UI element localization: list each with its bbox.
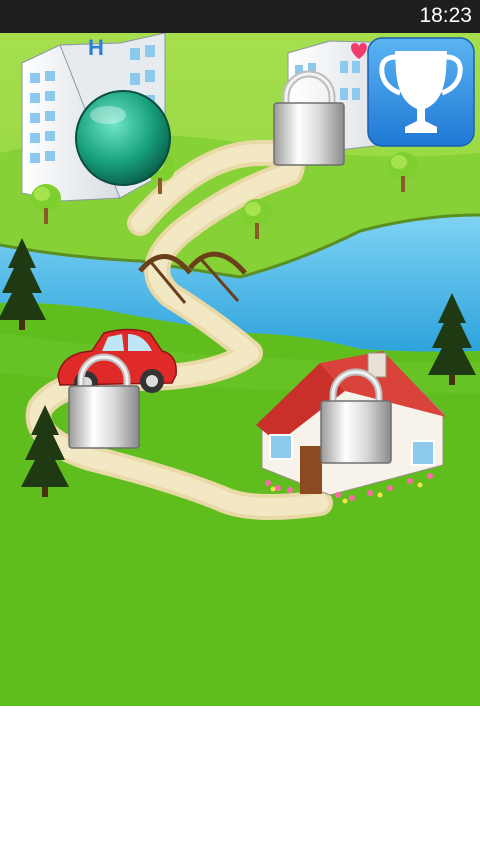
status-bar: 18:23 [0, 0, 480, 33]
current-level-marker[interactable] [75, 90, 171, 186]
level-map: H [0, 33, 480, 706]
status-time: 18:23 [419, 4, 472, 27]
trophy-button[interactable] [367, 37, 475, 147]
blank-bottom-area [0, 706, 480, 853]
svg-text:H: H [88, 35, 104, 60]
